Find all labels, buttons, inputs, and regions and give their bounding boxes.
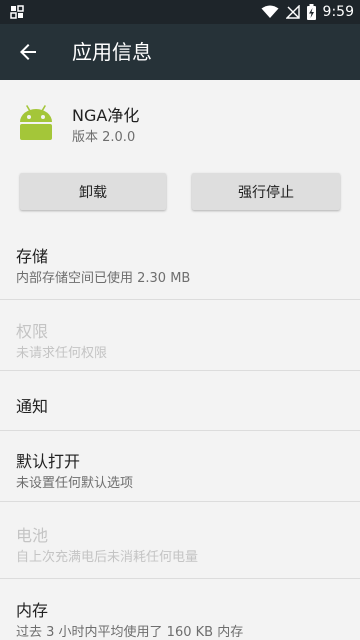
settings-item-title: 默认打开 [16,452,81,471]
status-bar: 9:59 [0,0,360,24]
settings-item-subtitle: 内部存储空间已使用 2.30 MB [16,271,191,286]
settings-item-subtitle: 未请求任何权限 [16,346,108,361]
settings-item-subtitle: 自上次充满电后未消耗任何电量 [16,550,199,565]
force-stop-button[interactable]: 强行停止 [192,173,340,210]
settings-item-title: 权限 [16,322,49,341]
settings-item-title: 电池 [16,526,49,545]
app-name: NGA净化 [72,106,140,125]
settings-item-notifications[interactable]: 通知 [0,371,360,430]
signal-off-icon [285,5,300,19]
app-version: 版本 2.0.0 [72,130,136,145]
app-bar: 应用信息 [0,24,360,80]
app-header: NGA净化 版本 2.0.0 [0,80,360,160]
page-title: 应用信息 [72,40,152,64]
arrow-back-icon[interactable] [16,40,40,64]
settings-item-title: 内存 [16,601,49,620]
settings-item-memory[interactable]: 内存 过去 3 小时内平均使用了 160 KB 内存 [0,579,360,640]
settings-item-open-by-default[interactable]: 默认打开 未设置任何默认选项 [0,431,360,501]
settings-item-subtitle: 未设置任何默认选项 [16,476,134,491]
settings-item-subtitle: 过去 3 小时内平均使用了 160 KB 内存 [16,625,244,640]
settings-item-title: 通知 [16,397,49,416]
settings-item-battery: 电池 自上次充满电后未消耗任何电量 [0,502,360,578]
status-time: 9:59 [322,4,354,20]
notification-icon [10,5,24,19]
android-robot-icon [20,105,52,140]
battery-charging-icon [306,4,316,20]
uninstall-button[interactable]: 卸载 [20,173,166,210]
settings-item-permissions: 权限 未请求任何权限 [0,300,360,370]
settings-item-storage[interactable]: 存储 内部存储空间已使用 2.30 MB [0,230,360,300]
wifi-icon [261,5,279,18]
settings-item-title: 存储 [16,247,49,266]
